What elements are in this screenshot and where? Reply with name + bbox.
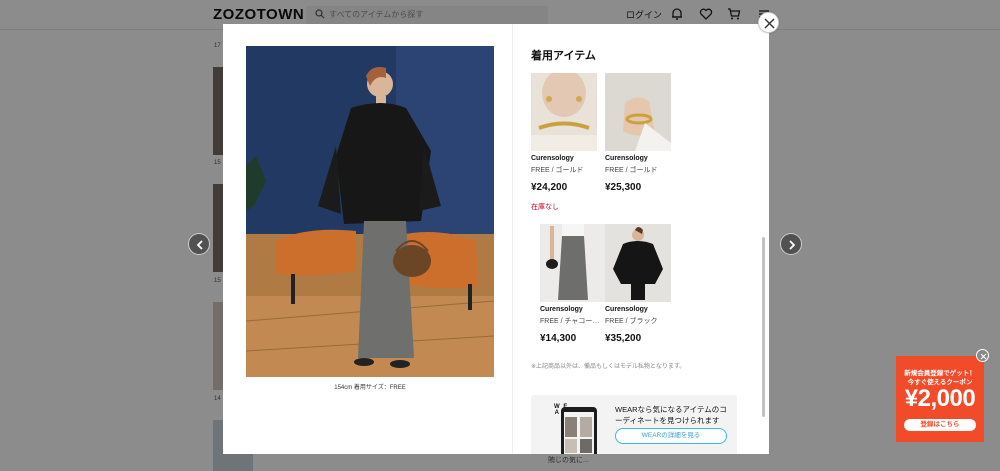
close-icon [980, 353, 987, 360]
item-thumbnail[interactable] [605, 224, 671, 302]
item-brand: Curensology [605, 155, 648, 162]
out-of-stock-label: 在庫なし [531, 204, 559, 211]
item-card[interactable]: Curensology FREE / チャコールグレー ¥14,300 [540, 224, 606, 344]
wear-promo: W E A R WEARなら気になるアイテムのコーディネートを見つけられます W… [531, 395, 737, 454]
wear-phone-image [561, 407, 597, 454]
item-price: ¥14,300 [540, 333, 577, 344]
item-brand: Curensology [540, 306, 583, 313]
item-brand: Curensology [531, 155, 574, 162]
wear-description: WEARなら気になるアイテムのコーディネートを見つけられます [615, 405, 727, 425]
item-card[interactable]: Curensology FREE / ゴールド ¥24,200 在庫なし [531, 73, 597, 212]
chevron-right-icon [789, 240, 796, 250]
wear-details-button[interactable]: WEARの詳細を見る [615, 428, 727, 444]
model-size-caption: 154cm 着用サイズ：FREE [334, 385, 406, 391]
item-price: ¥25,300 [605, 182, 642, 193]
item-price: ¥24,200 [531, 182, 568, 193]
panel-title: 着用アイテム [531, 50, 596, 62]
coupon-register-button[interactable]: 登録はこちら [904, 419, 976, 431]
worn-items-panel: 着用アイテム Curensology FREE / ゴールド ¥24,200 在… [513, 24, 769, 454]
item-variant: FREE / ゴールド [531, 167, 584, 174]
coupon-amount: ¥2,000 [904, 385, 976, 412]
outfit-photo [246, 46, 494, 377]
item-thumbnail[interactable] [605, 73, 671, 151]
item-variant: FREE / チャコールグレー [540, 318, 606, 325]
item-card[interactable]: Curensology FREE / ブラック ¥35,200 [605, 224, 671, 344]
prev-button[interactable] [188, 233, 210, 255]
coupon-close-button[interactable] [976, 349, 989, 362]
item-variant: FREE / ブラック [605, 318, 658, 325]
chevron-left-icon [196, 240, 203, 250]
scrollbar-thumb[interactable] [762, 237, 765, 417]
item-price: ¥35,200 [605, 333, 642, 344]
coupon-banner[interactable]: 新規会員登録でゲット！ 今すぐ使えるクーポン ¥2,000 登録はこちら [896, 356, 984, 442]
item-thumbnail[interactable] [540, 224, 606, 302]
item-brand: Curensology [605, 306, 648, 313]
close-modal-button[interactable] [758, 12, 779, 33]
outfit-modal: 154cm 着用サイズ：FREE 着用アイテム Curensology FREE… [223, 24, 769, 454]
item-thumbnail[interactable] [531, 73, 597, 151]
item-card[interactable]: Curensology FREE / ゴールド ¥25,300 [605, 73, 671, 193]
next-button[interactable] [780, 233, 802, 255]
items-note: ※上記商品以外は、備品もしくはモデル私物となります。 [531, 364, 686, 370]
item-variant: FREE / ゴールド [605, 167, 658, 174]
close-icon [764, 18, 775, 29]
